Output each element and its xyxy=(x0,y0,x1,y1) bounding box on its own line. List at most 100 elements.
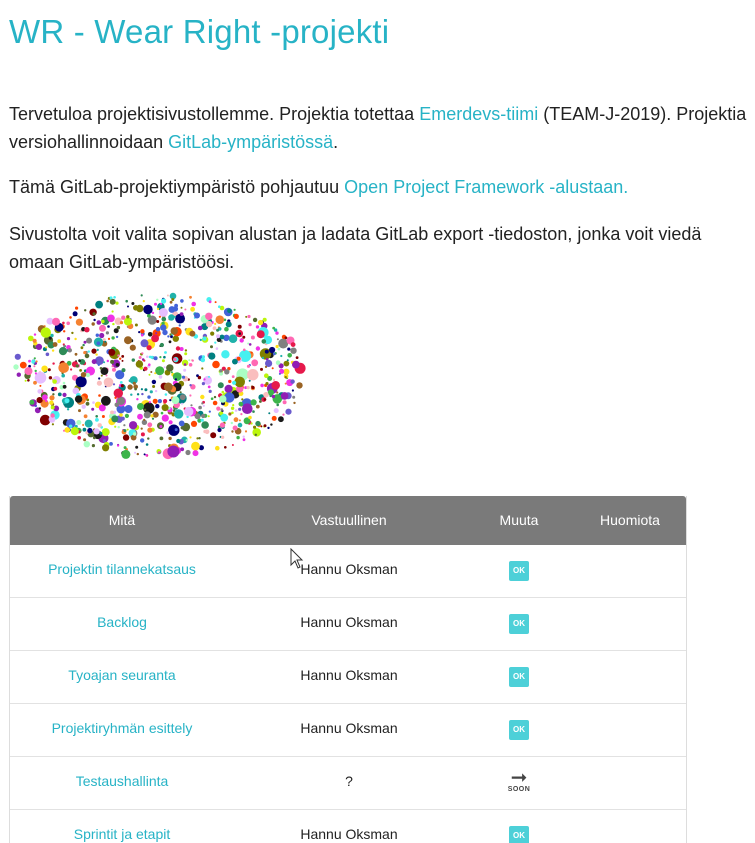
brain-dot xyxy=(270,423,273,426)
brain-dot xyxy=(275,360,281,365)
brain-dot xyxy=(111,310,114,313)
brain-dot xyxy=(283,368,290,375)
brain-dot xyxy=(120,384,124,388)
brain-dot xyxy=(201,367,204,370)
intro-text: Tämä GitLab-projektiympäristö pohjautuu xyxy=(9,177,345,197)
row-link[interactable]: Projektin tilannekatsaus xyxy=(48,561,196,577)
brain-dot xyxy=(147,332,153,337)
brain-dot xyxy=(276,403,280,407)
brain-dot xyxy=(16,372,21,377)
brain-dot xyxy=(66,337,71,341)
table-row: Tyoajan seuranta Hannu Oksman OK xyxy=(10,651,686,704)
row-link[interactable]: Sprintit ja etapit xyxy=(74,826,171,842)
brain-dot xyxy=(106,359,110,363)
brain-dot xyxy=(238,332,241,335)
brain-dot xyxy=(248,379,251,382)
brain-dot xyxy=(264,349,269,354)
brain-dot xyxy=(86,337,93,344)
brain-image xyxy=(13,292,306,460)
row-link[interactable]: Projektiryhmän esittely xyxy=(52,720,193,736)
brain-dot xyxy=(172,335,179,342)
brain-dot xyxy=(83,351,87,355)
brain-dot xyxy=(124,405,133,413)
brain-dot xyxy=(210,432,217,439)
brain-dot xyxy=(163,355,166,359)
brain-dot xyxy=(131,302,135,305)
brain-dot xyxy=(245,315,248,318)
brain-dot xyxy=(159,342,164,348)
brain-dot xyxy=(147,313,151,318)
brain-dot xyxy=(215,347,219,350)
intro-paragraph-1: Tervetuloa projektisivustollemme. Projek… xyxy=(9,100,749,156)
brain-dot xyxy=(231,444,234,446)
brain-dot xyxy=(190,404,193,407)
brain-dot xyxy=(82,427,87,432)
soon-label: SOON xyxy=(507,785,531,793)
brain-dot xyxy=(62,381,66,385)
brain-dot xyxy=(85,372,91,378)
brain-dot xyxy=(206,320,213,328)
open-project-framework-link[interactable]: Open Project Framework -alustaan. xyxy=(344,177,628,197)
brain-dot xyxy=(285,408,292,415)
brain-dot xyxy=(119,413,123,417)
brain-dot xyxy=(109,442,113,446)
brain-dot xyxy=(91,407,95,411)
brain-dot xyxy=(143,453,146,456)
brain-dot xyxy=(148,373,151,376)
brain-dot xyxy=(178,324,181,327)
brain-dot xyxy=(75,376,87,388)
brain-dot xyxy=(119,321,124,325)
brain-dot xyxy=(200,418,204,422)
brain-dot xyxy=(255,404,260,409)
brain-dot xyxy=(159,436,164,441)
brain-dot xyxy=(241,398,244,401)
brain-dot xyxy=(50,405,55,410)
brain-dot xyxy=(219,334,225,340)
brain-dot xyxy=(150,371,153,373)
brain-dot xyxy=(83,441,91,448)
brain-dot xyxy=(87,350,91,353)
brain-dot xyxy=(84,309,87,312)
brain-dot xyxy=(132,432,137,436)
brain-dot xyxy=(107,314,115,323)
brain-dot xyxy=(296,382,303,389)
gitlab-link[interactable]: GitLab-ympäristössä xyxy=(168,132,333,152)
brain-dot xyxy=(138,331,141,334)
brain-dot xyxy=(126,428,129,431)
brain-dot xyxy=(250,399,257,406)
brain-dot xyxy=(32,338,37,343)
row-link[interactable]: Tyoajan seuranta xyxy=(68,667,175,683)
brain-dot xyxy=(172,372,182,381)
brain-dot xyxy=(115,301,119,305)
brain-dot xyxy=(168,424,180,436)
brain-dot xyxy=(147,427,153,433)
brain-dot xyxy=(134,323,138,327)
brain-dot xyxy=(129,344,136,351)
brain-dot xyxy=(72,311,78,317)
brain-dot xyxy=(263,398,267,401)
brain-dot xyxy=(28,359,31,363)
emerdevs-link[interactable]: Emerdevs-tiimi xyxy=(419,104,538,124)
brain-dot xyxy=(140,432,145,437)
brain-dot xyxy=(162,329,168,336)
brain-dot xyxy=(70,368,73,371)
row-notes xyxy=(574,598,686,650)
brain-dot xyxy=(81,404,86,409)
row-link[interactable]: Testaushallinta xyxy=(76,773,169,789)
row-owner: ? xyxy=(345,773,353,789)
brain-dot xyxy=(202,336,207,341)
brain-dot xyxy=(271,381,281,390)
brain-dot xyxy=(136,393,140,396)
brain-dot xyxy=(67,348,72,353)
brain-dot xyxy=(238,407,242,411)
brain-dot xyxy=(84,353,90,359)
brain-dot xyxy=(91,444,95,448)
brain-dot xyxy=(105,374,108,377)
brain-dot xyxy=(224,326,229,332)
row-link[interactable]: Backlog xyxy=(97,614,147,630)
brain-dot xyxy=(63,344,66,348)
project-table: Mitä Vastuullinen Muuta Huomiota Projekt… xyxy=(9,496,687,843)
brain-dot xyxy=(116,444,120,447)
brain-dot xyxy=(123,317,132,326)
brain-dot xyxy=(101,428,110,437)
